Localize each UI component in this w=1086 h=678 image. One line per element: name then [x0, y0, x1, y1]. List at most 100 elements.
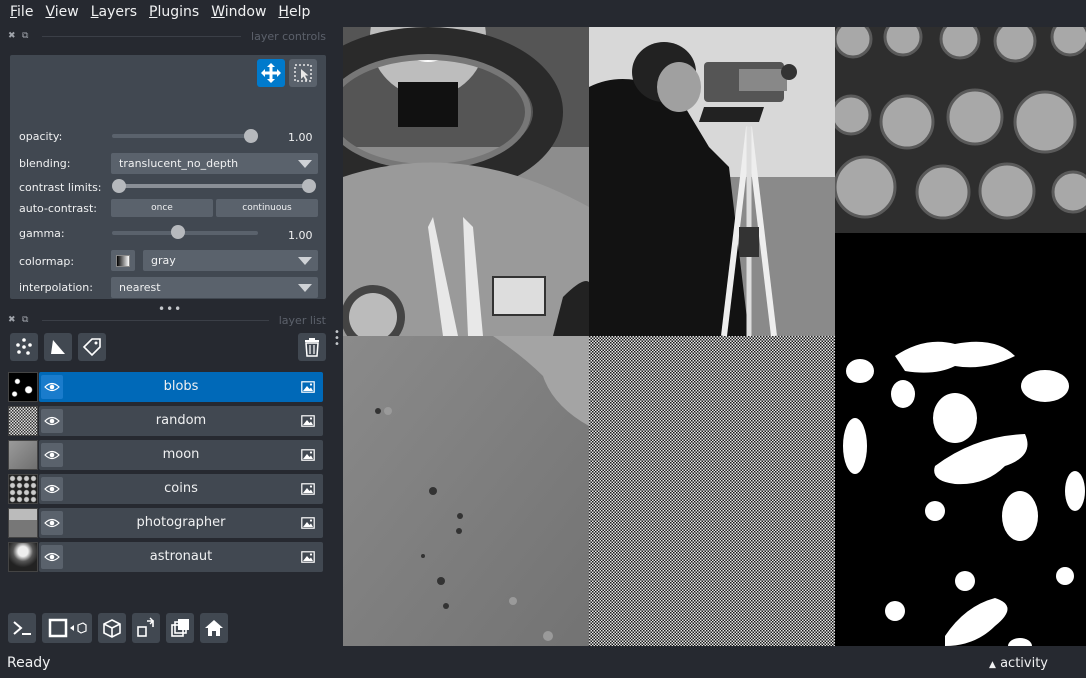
status-bar: Ready ▲ activity [0, 650, 1086, 678]
menu-help[interactable]: Help [272, 0, 316, 24]
console-button[interactable] [8, 613, 36, 643]
close-dock-icon[interactable]: ✖ [8, 31, 18, 41]
layer-row-random[interactable]: random [8, 406, 324, 436]
interpolation-value: nearest [119, 281, 161, 294]
opacity-slider-handle[interactable] [244, 129, 258, 143]
activity-button[interactable]: ▲ activity [989, 656, 1048, 671]
layer-body[interactable]: coins [39, 474, 323, 504]
menu-window[interactable]: Window [205, 0, 272, 24]
opacity-value[interactable]: 1.00 [288, 131, 313, 144]
roll-dimensions-button[interactable] [98, 613, 126, 643]
image-layer-icon [301, 449, 315, 461]
gamma-slider-handle[interactable] [171, 225, 185, 239]
caret-up-icon: ▲ [989, 660, 996, 670]
eye-icon [44, 552, 60, 562]
transform-icon [294, 64, 312, 82]
gamma-label: gamma: [19, 227, 65, 240]
float-dock-icon[interactable]: ⧉ [22, 315, 32, 325]
layer-name: blobs [163, 379, 199, 394]
grid-view-button[interactable] [166, 613, 194, 643]
menu-file[interactable]: File [4, 0, 39, 24]
new-points-layer-button[interactable] [10, 333, 38, 361]
visibility-toggle[interactable] [41, 545, 63, 569]
reset-view-button[interactable] [200, 613, 228, 643]
auto-contrast-continuous-button[interactable]: continuous [216, 199, 318, 217]
stack-icon [171, 619, 189, 637]
visibility-toggle[interactable] [41, 511, 63, 535]
move-arrows-icon [261, 63, 281, 83]
eye-icon [44, 484, 60, 494]
cube-icon [103, 619, 121, 638]
image-layer-icon [301, 551, 315, 563]
interpolation-dropdown[interactable]: nearest [111, 277, 318, 298]
blending-dropdown[interactable]: translucent_no_depth [111, 153, 318, 174]
gamma-value[interactable]: 1.00 [288, 229, 313, 242]
contrast-min-handle[interactable] [112, 179, 126, 193]
transform-button[interactable] [289, 59, 317, 87]
moon-image [343, 336, 589, 646]
layer-list-titlebar: ✖ ⧉ layer list [8, 312, 326, 328]
new-labels-layer-button[interactable] [78, 333, 106, 361]
new-shapes-layer-button[interactable] [44, 333, 72, 361]
terminal-icon [13, 621, 31, 635]
layer-body[interactable]: moon [39, 440, 323, 470]
layer-row-photographer[interactable]: photographer [8, 508, 324, 538]
eye-icon [44, 518, 60, 528]
opacity-slider-track[interactable] [112, 134, 258, 138]
opacity-label: opacity: [19, 130, 63, 143]
empty-tile [835, 233, 1086, 336]
activity-label: activity [1000, 656, 1048, 671]
blending-label: blending: [19, 157, 71, 170]
viewer-buttons-bar [8, 613, 328, 643]
eye-icon [44, 450, 60, 460]
layer-row-coins[interactable]: coins [8, 474, 324, 504]
auto-contrast-once-button[interactable]: once [111, 199, 213, 217]
shapes-icon [51, 340, 65, 354]
left-dock: ✖ ⧉ layer controls opacity: 1.00 blendin… [0, 26, 334, 646]
menu-view[interactable]: View [39, 0, 84, 24]
visibility-toggle[interactable] [41, 409, 63, 433]
image-layer-icon [301, 517, 315, 529]
2d-3d-icon [48, 618, 87, 638]
layer-thumbnail [8, 542, 38, 572]
layer-thumbnail [8, 474, 38, 504]
contrast-range-track[interactable] [120, 184, 310, 188]
layer-row-blobs[interactable]: blobs [8, 372, 324, 402]
layer-thumbnail [8, 372, 38, 402]
layer-body[interactable]: random [39, 406, 323, 436]
visibility-toggle[interactable] [41, 477, 63, 501]
layer-controls-title: layer controls [251, 29, 326, 43]
layer-body[interactable]: photographer [39, 508, 323, 538]
layer-body[interactable]: blobs [39, 372, 323, 402]
blobs-image [835, 336, 1086, 646]
layer-row-astronaut[interactable]: astronaut [8, 542, 324, 572]
status-text: Ready [7, 655, 51, 671]
colormap-dropdown[interactable]: gray [143, 250, 318, 271]
close-dock-icon[interactable]: ✖ [8, 315, 18, 325]
visibility-toggle[interactable] [41, 443, 63, 467]
contrast-max-handle[interactable] [302, 179, 316, 193]
eye-icon [44, 416, 60, 426]
pan-zoom-button[interactable] [257, 59, 285, 87]
menu-layers[interactable]: Layers [85, 0, 143, 24]
colormap-label: colormap: [19, 255, 75, 268]
chevron-down-icon [298, 160, 312, 168]
delete-layer-button[interactable] [298, 333, 326, 361]
image-layer-icon [301, 381, 315, 393]
layer-list-title: layer list [278, 313, 326, 327]
visibility-toggle[interactable] [41, 375, 63, 399]
transpose-dimensions-button[interactable] [132, 613, 160, 643]
gamma-slider-track[interactable] [112, 231, 258, 235]
dock-resize-handle[interactable]: • • • [334, 328, 340, 350]
colormap-swatch[interactable] [111, 250, 135, 271]
float-dock-icon[interactable]: ⧉ [22, 31, 32, 41]
layer-buttons-bar [10, 333, 326, 361]
menu-plugins[interactable]: Plugins [143, 0, 205, 24]
layer-body[interactable]: astronaut [39, 542, 323, 572]
eye-icon [44, 382, 60, 392]
viewer-canvas[interactable] [343, 27, 1086, 646]
astronaut-image [343, 27, 589, 336]
layer-row-moon[interactable]: moon [8, 440, 324, 470]
image-layer-icon [301, 415, 315, 427]
ndisplay-toggle-button[interactable] [42, 613, 92, 643]
